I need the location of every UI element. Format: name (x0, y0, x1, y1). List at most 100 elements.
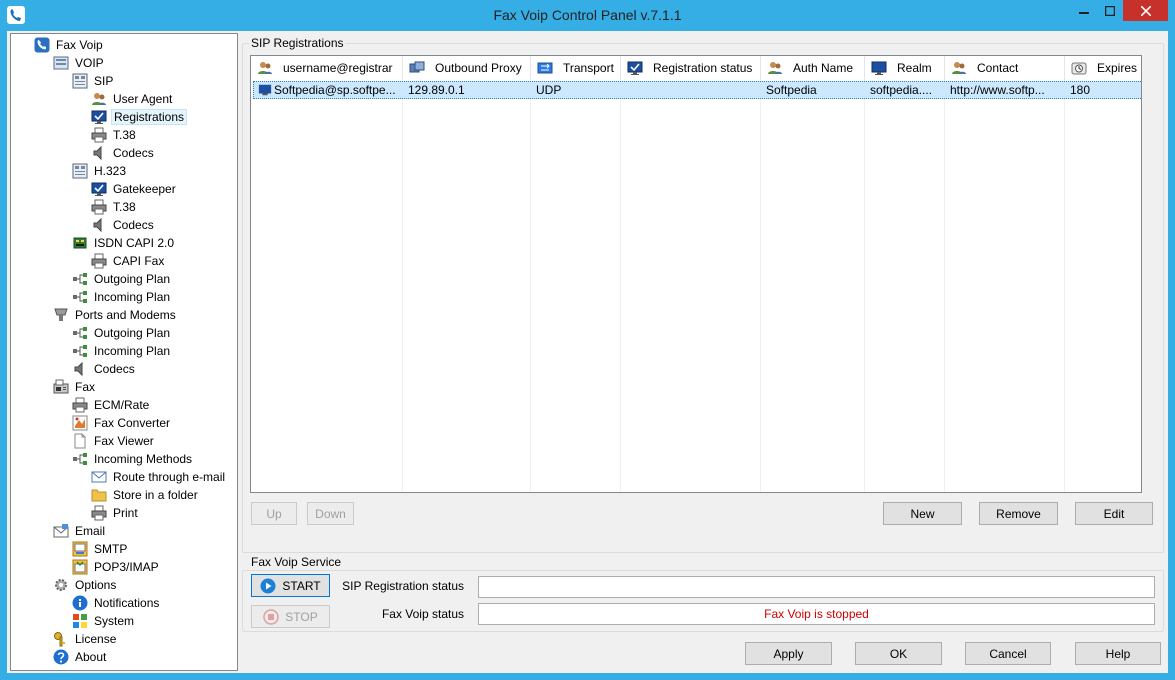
tree-item-isdn-capi-2-0[interactable]: ISDN CAPI 2.0 (72, 234, 179, 252)
maximize-button[interactable] (1097, 0, 1123, 21)
tree-item-codecs[interactable]: Codecs (91, 216, 159, 234)
tree-item-incoming-plan[interactable]: Incoming Plan (72, 288, 175, 306)
tree-item-label: Codecs (113, 218, 154, 232)
column-divider (530, 80, 531, 492)
tree-item-t-38[interactable]: T.38 (91, 126, 141, 144)
table-row[interactable]: Softpedia@sp.softpe... 129.89.0.1 UDP Softp… (253, 81, 1141, 99)
tree-item-fax-voip[interactable]: Fax Voip (34, 36, 108, 54)
column-divider (620, 80, 621, 492)
minimize-button[interactable] (1071, 0, 1097, 21)
column-header-contact[interactable]: Contact (945, 56, 1065, 80)
tree-item-outgoing-plan[interactable]: Outgoing Plan (72, 270, 175, 288)
tree-item-t-38[interactable]: T.38 (91, 198, 141, 216)
column-header-outbound-proxy[interactable]: Outbound Proxy (403, 56, 531, 80)
ok-button[interactable]: OK (855, 642, 942, 665)
table-cell: softpedia.... (866, 82, 946, 98)
flow-icon (73, 345, 87, 357)
tree-item-options[interactable]: Options (53, 576, 121, 594)
tree-item-fax-converter[interactable]: Fax Converter (72, 414, 175, 432)
phone-book-icon (72, 73, 88, 89)
tree-item-notifications[interactable]: Notifications (72, 594, 164, 612)
tree-item-about[interactable]: About (53, 648, 111, 666)
tree-item-label: Codecs (113, 146, 154, 160)
users-icon (258, 62, 272, 74)
close-button[interactable] (1123, 0, 1168, 21)
column-header-expires[interactable]: Expires (1065, 56, 1141, 80)
column-divider (864, 80, 865, 492)
maximize-icon (1105, 5, 1115, 16)
table-cell: Softpedia (762, 82, 866, 98)
tree-item-email[interactable]: Email (53, 522, 110, 540)
tree-item-h-323[interactable]: H.323 (72, 162, 131, 180)
tree-item-label: Store in a folder (113, 488, 198, 502)
tree-item-label: System (94, 614, 135, 628)
help-button[interactable]: Help (1075, 642, 1161, 665)
monitor-check-icon (627, 61, 643, 75)
remove-button[interactable]: Remove (979, 502, 1058, 525)
new-button[interactable]: New (883, 502, 962, 525)
tree-item-codecs[interactable]: Codecs (91, 144, 159, 162)
column-header-label: Expires (1097, 61, 1138, 75)
table-cell: UDP (532, 82, 622, 98)
tree-item-system[interactable]: System (72, 612, 139, 630)
edit-button[interactable]: Edit (1075, 502, 1153, 525)
tree-item-ports-and-modems[interactable]: Ports and Modems (53, 306, 181, 324)
tree-item-print[interactable]: Print (91, 504, 143, 522)
tree-item-label: Incoming Plan (94, 344, 171, 358)
tree-item-incoming-plan[interactable]: Incoming Plan (72, 342, 175, 360)
apply-button[interactable]: Apply (745, 642, 832, 665)
column-header-label: Contact (977, 61, 1019, 75)
printer-icon (72, 397, 88, 413)
table-cell-text: 129.89.0.1 (408, 83, 465, 97)
stop-button[interactable]: STOP (251, 605, 330, 628)
tree-item-voip[interactable]: VOIP (53, 54, 109, 72)
tree-item-smtp[interactable]: SMTP (72, 540, 132, 558)
tree-item-label: Gatekeeper (113, 182, 176, 196)
speaker-icon (93, 145, 102, 161)
registration-row-icon (258, 84, 272, 96)
tree-item-label: Options (75, 578, 117, 592)
envelope-icon (91, 471, 107, 483)
column-header-registration-status[interactable]: Registration status (621, 56, 761, 80)
stop-label: STOP (285, 609, 318, 624)
down-button[interactable]: Down (307, 502, 354, 525)
column-header-username-registrar[interactable]: username@registrar (251, 56, 403, 80)
tree-item-gatekeeper[interactable]: Gatekeeper (91, 180, 181, 198)
navigation-tree[interactable]: Fax Voip VOIP SIP User Agent Registrations T.… (10, 33, 238, 671)
tree-item-fax[interactable]: Fax (53, 378, 100, 396)
column-header-realm[interactable]: Realm (865, 56, 945, 80)
tree-item-store-in-a-folder[interactable]: Store in a folder (91, 486, 203, 504)
tree-item-capi-fax[interactable]: CAPI Fax (91, 252, 169, 270)
tree-item-label: Outgoing Plan (94, 326, 171, 340)
column-header-transport[interactable]: Transport (531, 56, 621, 80)
tree-item-codecs[interactable]: Codecs (72, 360, 140, 378)
title-bar[interactable]: Fax Voip Control Panel v.7.1.1 (0, 0, 1175, 31)
fax-icon (53, 379, 69, 394)
tree-item-outgoing-plan[interactable]: Outgoing Plan (72, 324, 175, 342)
cancel-button[interactable]: Cancel (965, 642, 1051, 665)
tree-item-sip[interactable]: SIP (72, 72, 118, 90)
tree-item-label: User Agent (113, 92, 173, 106)
tree-item-ecm-rate[interactable]: ECM/Rate (72, 396, 154, 414)
tree-item-label: Ports and Modems (75, 308, 176, 322)
tree-item-registrations[interactable]: Registrations (91, 108, 190, 126)
email-icon (53, 524, 69, 538)
tree-item-license[interactable]: License (53, 630, 121, 648)
play-icon (260, 578, 276, 593)
tree-item-route-through-e-mail[interactable]: Route through e-mail (91, 468, 230, 486)
up-button[interactable]: Up (251, 502, 297, 525)
registrations-list[interactable]: username@registrar Outbound Proxy Transpor… (250, 55, 1142, 493)
chip-icon (73, 237, 87, 249)
speaker-icon (93, 217, 102, 233)
column-header-auth-name[interactable]: Auth Name (761, 56, 865, 80)
tree-item-user-agent[interactable]: User Agent (91, 90, 177, 108)
flow-icon (73, 291, 87, 303)
tree-item-fax-viewer[interactable]: Fax Viewer (72, 432, 159, 450)
column-header-label: Outbound Proxy (435, 61, 522, 75)
start-button[interactable]: START (251, 574, 330, 597)
printer-icon (91, 199, 107, 215)
tree-item-label: Fax Converter (94, 416, 171, 430)
tree-item-pop3-imap[interactable]: POP3/IMAP (72, 558, 164, 576)
tree-item-incoming-methods[interactable]: Incoming Methods (72, 450, 197, 468)
help-icon (53, 649, 69, 665)
